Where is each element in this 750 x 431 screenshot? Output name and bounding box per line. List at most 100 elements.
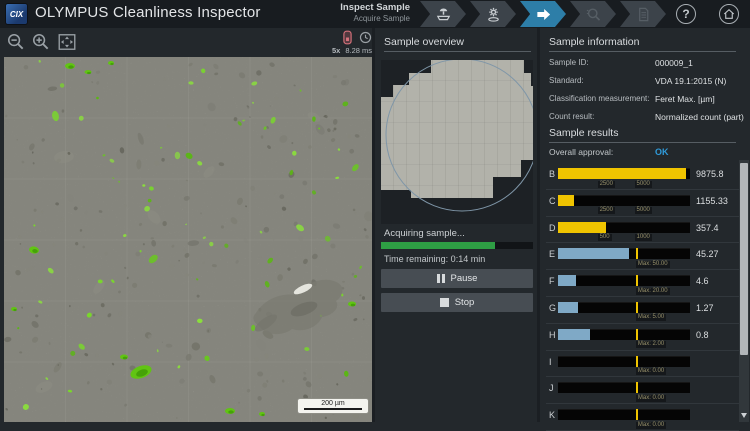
progress-fill [381,242,495,249]
acquisition-progress-bar [381,242,533,249]
sample-overview-panel: Sample overview Acquiring sample... Time… [375,28,537,422]
result-row: C250050001155.33 [546,190,739,217]
sample-stage-icon [435,6,452,23]
scale-bar-line [304,408,362,410]
info-label: Standard: [549,76,584,85]
bar-tick-label: Max: 0.00 [636,395,666,402]
pause-icon [437,274,445,283]
sample-results-title: Sample results [549,127,736,139]
zoom-out-button[interactable] [6,32,26,52]
pause-button[interactable]: Pause [381,269,533,288]
bar-tick-label: 1000 [635,234,652,241]
bar-tick-label: 5000 [635,181,652,188]
info-row: Count result:Normalized count (part) [549,109,744,127]
class-bar: Max: 2.00 [558,329,690,340]
class-label: D [549,223,556,233]
scale-bar-label: 200 µm [298,399,368,408]
info-label: Classification measurement: [549,94,649,103]
arrow-right-icon [535,6,552,23]
info-value: 000009_1 [655,58,693,68]
settings-step[interactable] [470,1,516,27]
analyze-step[interactable] [570,1,616,27]
class-value: 45.27 [696,249,719,259]
class-results-list: B250050009875.8C250050001155.33D50010003… [546,163,739,431]
acquisition-status: Acquiring sample... [384,228,465,239]
max-threshold-marker [636,302,638,313]
workflow-substep-title: Acquire Sample [300,14,410,23]
workflow-step-title: Inspect Sample [300,3,410,14]
class-bar: Max: 50.00 [558,248,690,259]
class-label: F [549,276,555,286]
section-rule [549,142,736,143]
overall-approval-label: Overall approval: [549,147,613,157]
help-icon: ? [682,7,689,21]
sample-results-panel: Sample information Sample ID:000009_1Sta… [540,28,750,422]
stop-icon [440,298,449,307]
bar-tick-label: Max: 50.00 [636,261,670,268]
scrollbar-thumb[interactable] [740,163,748,355]
result-row: KMax: 0.00 [546,404,739,431]
max-threshold-marker [636,275,638,286]
gear-icon [485,6,502,23]
class-label: C [549,196,556,206]
sample-information-title: Sample information [549,36,736,48]
results-scrollbar[interactable] [739,160,749,422]
report-step[interactable] [620,1,666,27]
zoom-in-button[interactable] [31,32,51,52]
info-label: Count result: [549,112,594,121]
result-row: EMax: 50.0045.27 [546,243,739,270]
stop-label: Stop [455,297,475,308]
class-value: 1.27 [696,303,714,313]
acquire-step[interactable] [520,1,566,27]
camera-status: 5x8.28 ms [316,30,372,55]
load-sample-step[interactable] [420,1,466,27]
stop-button[interactable]: Stop [381,293,533,312]
app-title: OLYMPUS Cleanliness Inspector [35,4,261,21]
sample-overview-map [381,60,533,224]
overall-approval-value: OK [655,147,669,157]
live-image-view[interactable]: 200 µm [4,57,372,422]
home-button[interactable] [719,4,739,24]
section-rule [549,51,736,52]
result-row: JMax: 0.00 [546,377,739,404]
bar-tick-label: 2500 [598,207,615,214]
max-threshold-marker [636,248,638,259]
bar-tick-label: Max: 20.00 [636,288,670,295]
objective-icon [343,30,352,45]
class-bar: Max: 5.00 [558,302,690,313]
exposure-value: 8.28 ms [345,46,372,55]
workflow-context: Inspect Sample Acquire Sample [300,3,410,23]
zoom-in-icon [31,32,51,52]
fit-to-view-button[interactable] [57,32,77,52]
class-label: H [549,330,556,340]
search-icon [585,6,602,23]
max-threshold-marker [636,382,638,393]
title-bar: CIX OLYMPUS Cleanliness Inspector Inspec… [0,0,750,28]
class-label: K [549,410,555,420]
sample-overview-title: Sample overview [384,36,531,48]
class-bar: 5001000 [558,222,690,233]
max-threshold-marker [636,329,638,340]
class-bar: Max: 0.00 [558,409,690,420]
fit-to-view-icon [57,32,77,52]
bar-tick-label: 2500 [598,181,615,188]
bar-tick-label: Max: 2.00 [636,341,666,348]
bar-tick-label: 500 [598,234,612,241]
acquired-area [381,60,533,198]
result-row: IMax: 0.00 [546,351,739,378]
scroll-down-button[interactable] [739,409,749,422]
class-value: 0.8 [696,330,709,340]
help-button[interactable]: ? [676,4,696,24]
workflow-steps [420,1,670,27]
cix-logo: CIX [6,4,27,24]
result-row: FMax: 20.004.6 [546,270,739,297]
info-value: VDA 19.1:2015 (N) [655,76,726,86]
bar-tick-label: Max: 0.00 [636,368,666,375]
class-bar: Max: 0.00 [558,382,690,393]
microscopy-image [4,57,372,422]
class-label: G [549,303,556,313]
overall-approval-row: Overall approval: OK [549,147,736,161]
class-label: E [549,249,555,259]
max-threshold-marker [636,356,638,367]
bar-tick-label: Max: 0.00 [636,422,666,429]
